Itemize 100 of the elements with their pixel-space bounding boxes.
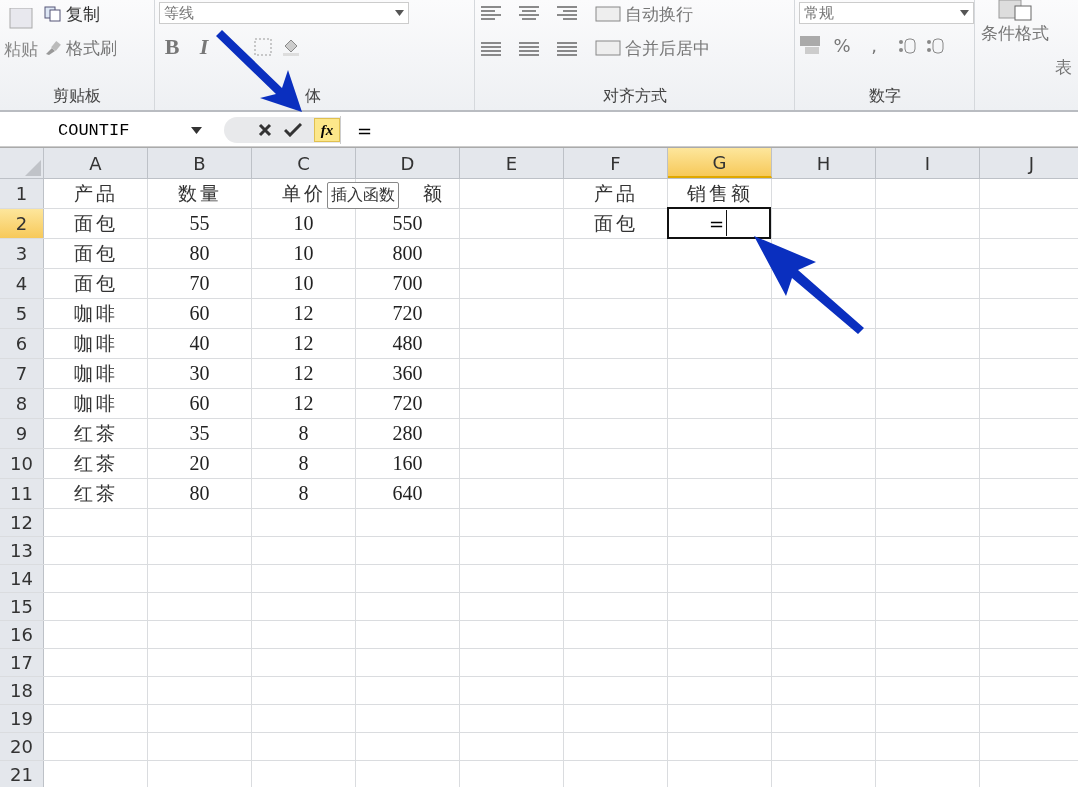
cell-text: 销售额 (686, 180, 753, 206)
check-icon[interactable] (284, 123, 302, 137)
name-box[interactable]: COUNTIF (0, 116, 210, 144)
caret-icon (395, 10, 404, 16)
row-header[interactable]: 8 (0, 389, 44, 418)
cell-text: 8 (298, 452, 309, 475)
row-header[interactable]: 9 (0, 419, 44, 448)
conditional-format-button[interactable]: 条件格式 (975, 0, 1055, 45)
row-header[interactable]: 4 (0, 269, 44, 298)
insert-function-button[interactable]: fx (314, 118, 340, 142)
cell-text: 280 (392, 422, 423, 445)
column-header[interactable]: E (460, 148, 564, 178)
cell-text: 20 (189, 452, 210, 475)
cells-icon (595, 6, 621, 22)
cell-text: 12 (293, 392, 314, 415)
column-header[interactable]: G (668, 148, 772, 178)
formula-field[interactable]: = (340, 116, 1078, 144)
column-header[interactable]: H (772, 148, 876, 178)
column-header[interactable]: I (876, 148, 980, 178)
group-label: 体 (304, 86, 322, 107)
column-header[interactable]: D (356, 148, 460, 178)
cell-text: 12 (293, 302, 314, 325)
cell-text: 12 (293, 332, 314, 355)
row-header[interactable]: 5 (0, 299, 44, 328)
row-header[interactable]: 21 (0, 761, 44, 787)
cell-text: 数量 (177, 180, 222, 206)
ribbon-button[interactable]: 复制 (44, 2, 117, 26)
cell-text: 8 (298, 422, 309, 445)
row-header[interactable]: 6 (0, 329, 44, 358)
currency-icon (799, 34, 823, 56)
cell-text: 12 (293, 362, 314, 385)
caret-icon (191, 126, 202, 134)
row-header[interactable]: 10 (0, 449, 44, 478)
format-button[interactable]: % (829, 34, 855, 56)
cell-text: 咖啡 (73, 300, 118, 326)
row-header[interactable]: 2 (0, 209, 44, 238)
copy-icon (44, 6, 62, 22)
format-button[interactable]: B (159, 34, 185, 60)
row-header[interactable]: 17 (0, 649, 44, 676)
cell-text: 30 (189, 362, 210, 385)
cell-text: 红茶 (73, 420, 118, 446)
cell-text: 80 (189, 242, 210, 265)
cancel-icon[interactable] (258, 123, 272, 137)
cell-text: 红茶 (73, 450, 118, 476)
format-button[interactable]: I (191, 34, 217, 60)
format-button[interactable]: , (861, 34, 887, 56)
cell-text: 咖啡 (73, 330, 118, 356)
cell-text: 产品 (73, 180, 118, 206)
row-header[interactable]: 15 (0, 593, 44, 620)
cell-text: 480 (392, 332, 423, 355)
group-label: 对齐方式 (601, 86, 668, 107)
number-format-dropdown[interactable]: 常规 (799, 2, 974, 24)
group-label: 数字 (867, 86, 902, 107)
cell-text: 面包 (73, 240, 118, 266)
caret-icon (960, 10, 969, 16)
cell-text: 640 (392, 482, 423, 505)
row-header[interactable]: 3 (0, 239, 44, 268)
column-header[interactable]: C (252, 148, 356, 178)
cell-text: 咖啡 (73, 390, 118, 416)
row-header[interactable]: 1 (0, 179, 44, 208)
cell-text: 10 (293, 272, 314, 295)
cell-text: 红茶 (73, 480, 118, 506)
cell-text: 720 (392, 392, 423, 415)
ribbon-button[interactable]: 自动换行 (595, 2, 710, 26)
cell-text: 面包 (73, 210, 118, 236)
column-header[interactable]: A (44, 148, 148, 178)
table-format-icon (995, 0, 1035, 22)
cell-text: 面包 (73, 270, 118, 296)
row-header[interactable]: 7 (0, 359, 44, 388)
ribbon-button[interactable]: 格式刷 (44, 36, 117, 60)
row-header[interactable]: 11 (0, 479, 44, 508)
row-header[interactable]: 18 (0, 677, 44, 704)
column-header[interactable]: B (148, 148, 252, 178)
cell-text: 咖啡 (73, 360, 118, 386)
cell-text: 70 (189, 272, 210, 295)
group-label: 剪贴板 (52, 86, 102, 107)
row-header[interactable]: 19 (0, 705, 44, 732)
cell-text: 720 (392, 302, 423, 325)
ribbon-button[interactable]: 合并后居中 (595, 36, 710, 60)
row-header[interactable]: 16 (0, 621, 44, 648)
clipboard-icon (6, 8, 36, 30)
font-name-dropdown[interactable]: 等线 (159, 2, 409, 24)
active-cell[interactable]: = (667, 207, 771, 239)
ribbon-button[interactable]: 表 (1055, 56, 1072, 79)
border-icon (253, 37, 275, 57)
cell-text: 80 (189, 482, 210, 505)
cell-text: 800 (392, 242, 423, 265)
row-header[interactable]: 12 (0, 509, 44, 536)
cell-text: 160 (392, 452, 423, 475)
cell-text: 360 (392, 362, 423, 385)
cell-text: 10 (293, 242, 314, 265)
column-header[interactable]: J (980, 148, 1078, 178)
row-header[interactable]: 13 (0, 537, 44, 564)
brush-icon (44, 40, 62, 56)
cell-text: 550 (392, 212, 423, 235)
row-header[interactable]: 14 (0, 565, 44, 592)
cell-text: 8 (298, 482, 309, 505)
row-header[interactable]: 20 (0, 733, 44, 760)
cell-text: 10 (293, 212, 314, 235)
cells-icon (595, 40, 621, 56)
